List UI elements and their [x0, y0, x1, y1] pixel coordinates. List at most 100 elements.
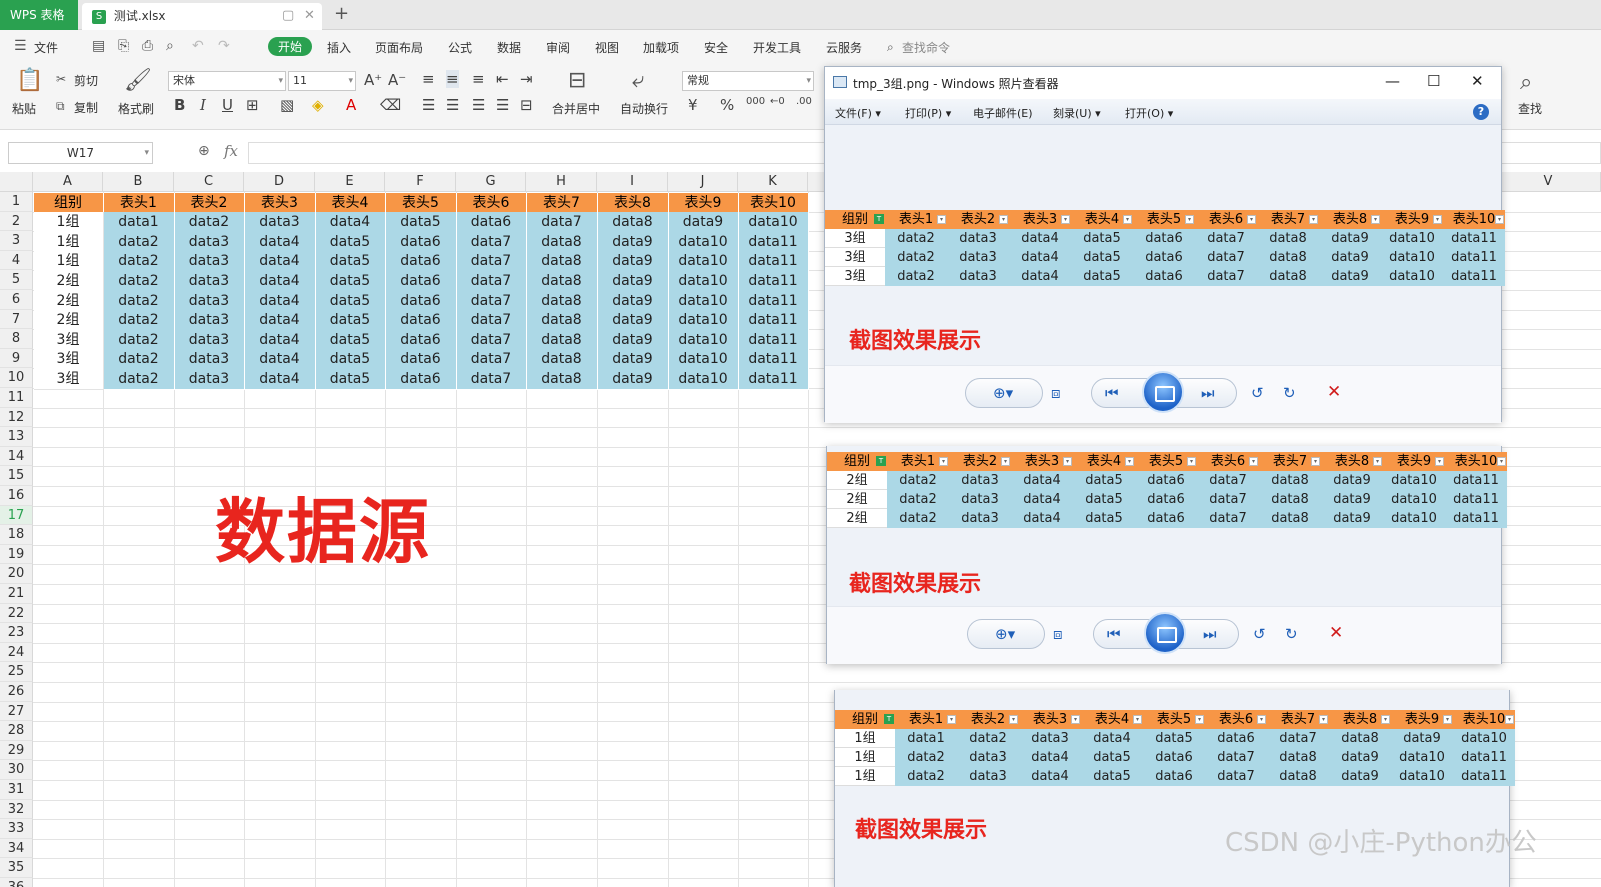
row-header-29[interactable]: 29 — [0, 740, 33, 761]
data-cell[interactable]: data11 — [738, 251, 809, 273]
data-cell[interactable]: 1组 — [33, 251, 104, 273]
save-icon[interactable]: ▤ — [92, 38, 105, 54]
data-cell[interactable]: data3 — [174, 270, 245, 292]
data-cell[interactable]: data10 — [668, 368, 739, 390]
column-header-a[interactable]: A — [33, 172, 103, 192]
data-cell[interactable]: data10 — [668, 349, 739, 371]
distribute-icon[interactable]: ⊟ — [520, 96, 533, 114]
function-icon[interactable]: fx — [224, 142, 238, 160]
viewer-menu-print[interactable]: 打印(P) ▾ — [905, 105, 951, 121]
data-cell[interactable]: data5 — [315, 368, 386, 390]
column-header-b[interactable]: B — [103, 172, 174, 192]
row-header-35[interactable]: 35 — [0, 858, 33, 878]
header-cell[interactable]: 表头4 — [315, 192, 386, 214]
select-all-corner[interactable] — [0, 172, 33, 192]
align-bottom-icon[interactable]: ≡ — [472, 70, 485, 88]
paste-button[interactable]: 粘贴 — [12, 100, 36, 117]
data-cell[interactable]: data1 — [103, 212, 175, 234]
data-cell[interactable]: data6 — [385, 270, 457, 292]
data-cell[interactable]: data4 — [244, 329, 316, 351]
minimize-icon[interactable]: — — [1385, 72, 1400, 90]
data-cell[interactable]: data11 — [738, 310, 809, 332]
column-header-c[interactable]: C — [174, 172, 244, 192]
row-header-23[interactable]: 23 — [0, 623, 33, 643]
row-header-21[interactable]: 21 — [0, 584, 33, 604]
data-cell[interactable]: data4 — [244, 290, 316, 312]
menu-cloud[interactable]: 云服务 — [826, 39, 862, 56]
cut-icon[interactable]: ✂ — [56, 72, 66, 86]
data-cell[interactable]: data10 — [668, 329, 739, 351]
header-cell[interactable]: 组别 — [33, 192, 104, 214]
column-header-j[interactable]: J — [668, 172, 738, 192]
header-cell[interactable]: 表头10 — [738, 192, 809, 214]
print-icon[interactable]: ⎙ — [142, 38, 153, 54]
data-cell[interactable]: data3 — [174, 231, 245, 253]
data-cell[interactable]: 3组 — [33, 329, 104, 351]
data-cell[interactable]: data5 — [315, 251, 386, 273]
data-cell[interactable]: data11 — [738, 290, 809, 312]
column-header-g[interactable]: G — [456, 172, 526, 192]
row-header-27[interactable]: 27 — [0, 701, 33, 722]
print-preview-icon[interactable]: ⌕ — [166, 38, 174, 54]
data-cell[interactable]: data5 — [315, 270, 386, 292]
align-right-icon[interactable]: ☰ — [472, 96, 485, 114]
data-cell[interactable]: data6 — [385, 231, 457, 253]
decrease-decimal-icon[interactable]: .00 — [796, 96, 812, 107]
help-icon[interactable]: ? — [1473, 104, 1489, 120]
header-cell[interactable]: 表头1 — [103, 192, 175, 214]
data-cell[interactable]: data2 — [103, 251, 175, 273]
indent-increase-icon[interactable]: ⇥ — [520, 70, 533, 88]
font-name-select[interactable]: 宋体 — [168, 71, 286, 91]
copy-icon[interactable]: ⧉ — [56, 99, 65, 114]
data-cell[interactable]: data11 — [738, 329, 809, 351]
cell-style-icon[interactable]: ▧ — [280, 96, 294, 114]
italic-button[interactable]: I — [200, 96, 206, 114]
currency-icon[interactable]: ¥ — [688, 96, 698, 114]
header-cell[interactable]: 表头6 — [456, 192, 527, 214]
data-cell[interactable]: data3 — [174, 310, 245, 332]
row-header-25[interactable]: 25 — [0, 662, 33, 682]
rotate-left-icon[interactable]: ↺ — [1251, 384, 1264, 402]
row-header-19[interactable]: 19 — [0, 544, 33, 565]
align-center-icon[interactable]: ☰ — [446, 96, 459, 114]
data-cell[interactable]: data2 — [103, 290, 175, 312]
row-header-2[interactable]: 2 — [0, 211, 33, 232]
data-cell[interactable]: data7 — [456, 270, 527, 292]
delete-icon[interactable]: ✕ — [1327, 382, 1341, 402]
data-cell[interactable]: data7 — [526, 212, 598, 234]
data-cell[interactable]: data5 — [385, 212, 457, 234]
row-header-8[interactable]: 8 — [0, 329, 33, 349]
slideshow-icon[interactable] — [1142, 371, 1184, 413]
data-cell[interactable]: data5 — [315, 290, 386, 312]
row-header-18[interactable]: 18 — [0, 525, 33, 545]
rotate-left-icon[interactable]: ↺ — [1253, 625, 1266, 643]
fit-window-icon[interactable]: ⧈ — [1053, 625, 1063, 643]
row-header-32[interactable]: 32 — [0, 799, 33, 820]
data-cell[interactable]: data4 — [244, 251, 316, 273]
data-cell[interactable]: data6 — [385, 349, 457, 371]
data-cell[interactable]: data4 — [244, 270, 316, 292]
bold-button[interactable]: B — [174, 96, 185, 114]
data-cell[interactable]: data9 — [597, 310, 669, 332]
data-cell[interactable]: data9 — [597, 270, 669, 292]
data-cell[interactable]: data9 — [597, 251, 669, 273]
row-header-14[interactable]: 14 — [0, 446, 33, 467]
export-icon[interactable]: ⎘ — [118, 38, 129, 54]
merge-center-icon[interactable]: ⊟ — [568, 68, 586, 93]
indent-decrease-icon[interactable]: ⇤ — [496, 70, 509, 88]
data-cell[interactable]: data8 — [526, 251, 598, 273]
viewer-menu-file[interactable]: 文件(F) ▾ — [835, 105, 881, 121]
menu-security[interactable]: 安全 — [704, 39, 728, 56]
undo-icon[interactable]: ↶ — [192, 38, 204, 54]
row-header-36[interactable]: 36 — [0, 878, 33, 887]
data-cell[interactable]: data8 — [526, 290, 598, 312]
data-cell[interactable]: data4 — [244, 310, 316, 332]
data-cell[interactable]: data10 — [668, 231, 739, 253]
row-header-9[interactable]: 9 — [0, 348, 33, 369]
row-header-28[interactable]: 28 — [0, 721, 33, 741]
data-cell[interactable]: data6 — [385, 290, 457, 312]
data-cell[interactable]: data8 — [526, 231, 598, 253]
menu-formulas[interactable]: 公式 — [448, 39, 472, 56]
row-header-30[interactable]: 30 — [0, 760, 33, 780]
data-cell[interactable]: data7 — [456, 310, 527, 332]
